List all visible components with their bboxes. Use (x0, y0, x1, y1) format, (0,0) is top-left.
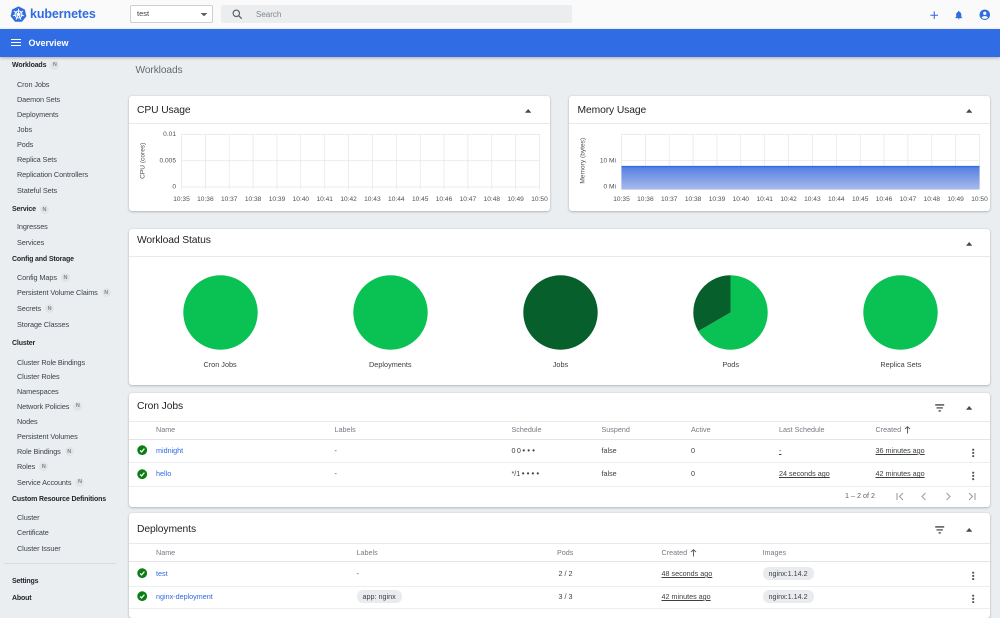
svg-text:10:37: 10:37 (220, 196, 237, 203)
svg-text:10:46: 10:46 (876, 196, 893, 203)
svg-text:10:35: 10:35 (613, 196, 630, 203)
svg-text:10:50: 10:50 (531, 196, 548, 203)
svg-text:0.005: 0.005 (159, 157, 176, 164)
svg-text:CPU (cores): CPU (cores) (139, 143, 146, 179)
svg-text:10:45: 10:45 (411, 196, 428, 203)
svg-text:10:43: 10:43 (364, 196, 381, 203)
svg-text:10:38: 10:38 (244, 196, 261, 203)
svg-text:10:38: 10:38 (685, 196, 702, 203)
svg-text:10:44: 10:44 (388, 196, 405, 203)
svg-text:10:40: 10:40 (733, 196, 750, 203)
svg-text:Memory (bytes): Memory (bytes) (580, 138, 587, 184)
svg-text:10:42: 10:42 (780, 196, 797, 203)
svg-text:10:47: 10:47 (459, 196, 476, 203)
svg-text:0 Mi: 0 Mi (604, 184, 617, 191)
svg-text:10:41: 10:41 (316, 196, 333, 203)
svg-text:10:41: 10:41 (756, 196, 773, 203)
svg-text:10:47: 10:47 (900, 196, 917, 203)
svg-text:10:40: 10:40 (292, 196, 309, 203)
svg-text:10:50: 10:50 (971, 196, 988, 203)
svg-text:10:36: 10:36 (637, 196, 654, 203)
svg-text:10:49: 10:49 (947, 196, 964, 203)
svg-text:10:48: 10:48 (483, 196, 500, 203)
svg-text:10:35: 10:35 (173, 196, 190, 203)
svg-text:0: 0 (172, 184, 176, 191)
svg-text:10:46: 10:46 (435, 196, 452, 203)
svg-text:10:43: 10:43 (804, 196, 821, 203)
svg-text:10:37: 10:37 (661, 196, 678, 203)
svg-text:10:44: 10:44 (828, 196, 845, 203)
svg-text:10:49: 10:49 (507, 196, 524, 203)
svg-text:10:48: 10:48 (924, 196, 941, 203)
svg-text:10:39: 10:39 (268, 196, 285, 203)
svg-text:10:45: 10:45 (852, 196, 869, 203)
svg-text:10:39: 10:39 (709, 196, 726, 203)
svg-text:10 Mi: 10 Mi (600, 157, 617, 164)
svg-text:10:42: 10:42 (340, 196, 357, 203)
svg-text:10:36: 10:36 (197, 196, 214, 203)
svg-text:0.01: 0.01 (163, 131, 176, 138)
